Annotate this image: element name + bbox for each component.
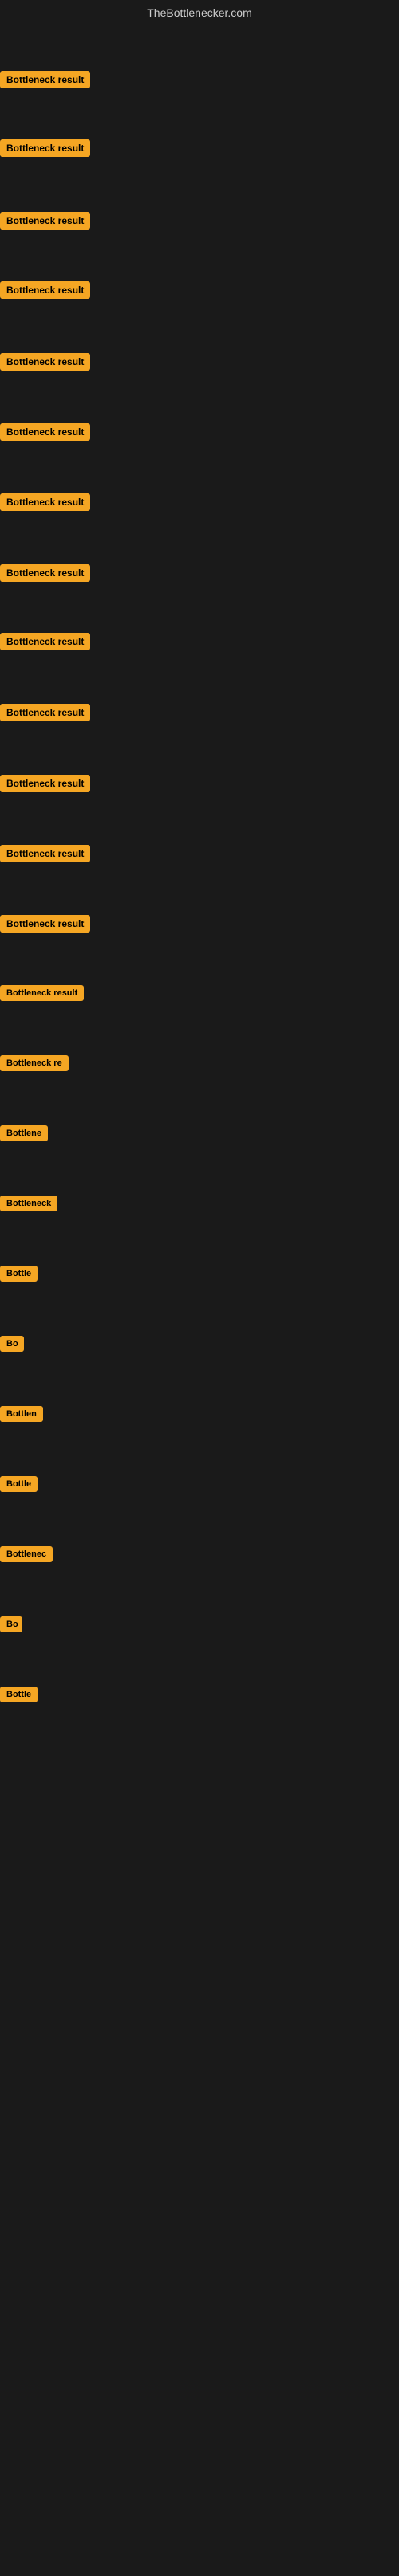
bottleneck-result-8: Bottleneck result: [0, 564, 90, 586]
bottleneck-badge-12: Bottleneck result: [0, 845, 90, 862]
bottleneck-result-6: Bottleneck result: [0, 423, 90, 445]
bottleneck-badge-21: Bottle: [0, 1476, 38, 1492]
bottleneck-badge-8: Bottleneck result: [0, 564, 90, 582]
bottleneck-result-11: Bottleneck result: [0, 775, 90, 796]
bottleneck-badge-18: Bottle: [0, 1266, 38, 1282]
bottleneck-badge-23: Bo: [0, 1616, 22, 1632]
bottleneck-result-16: Bottlene: [0, 1125, 48, 1145]
bottleneck-badge-1: Bottleneck result: [0, 71, 90, 88]
bottleneck-badge-17: Bottleneck: [0, 1196, 57, 1211]
bottleneck-badge-11: Bottleneck result: [0, 775, 90, 792]
bottleneck-badge-20: Bottlen: [0, 1406, 43, 1422]
bottleneck-badge-24: Bottle: [0, 1687, 38, 1702]
bottleneck-badge-14: Bottleneck result: [0, 985, 84, 1001]
bottleneck-result-18: Bottle: [0, 1266, 38, 1286]
bottleneck-badge-4: Bottleneck result: [0, 281, 90, 299]
bottleneck-result-10: Bottleneck result: [0, 704, 90, 725]
bottleneck-result-14: Bottleneck result: [0, 985, 84, 1005]
bottleneck-result-12: Bottleneck result: [0, 845, 90, 866]
bottleneck-result-22: Bottlenec: [0, 1546, 53, 1566]
bottleneck-result-13: Bottleneck result: [0, 915, 90, 937]
bottleneck-result-23: Bo: [0, 1616, 22, 1636]
site-title: TheBottlenecker.com: [0, 0, 399, 26]
bottleneck-badge-5: Bottleneck result: [0, 353, 90, 371]
bottleneck-badge-22: Bottlenec: [0, 1546, 53, 1562]
bottleneck-result-5: Bottleneck result: [0, 353, 90, 375]
bottleneck-result-4: Bottleneck result: [0, 281, 90, 303]
bottleneck-badge-2: Bottleneck result: [0, 139, 90, 157]
bottleneck-result-9: Bottleneck result: [0, 633, 90, 654]
bottleneck-badge-6: Bottleneck result: [0, 423, 90, 441]
bottleneck-result-19: Bo: [0, 1336, 24, 1356]
bottleneck-result-15: Bottleneck re: [0, 1055, 69, 1075]
bottleneck-result-17: Bottleneck: [0, 1196, 57, 1215]
bottleneck-badge-15: Bottleneck re: [0, 1055, 69, 1071]
bottleneck-badge-10: Bottleneck result: [0, 704, 90, 721]
bottleneck-result-24: Bottle: [0, 1687, 38, 1706]
bottleneck-badge-3: Bottleneck result: [0, 212, 90, 230]
bottleneck-result-21: Bottle: [0, 1476, 38, 1496]
bottleneck-badge-13: Bottleneck result: [0, 915, 90, 933]
bottleneck-result-20: Bottlen: [0, 1406, 43, 1426]
bottleneck-result-3: Bottleneck result: [0, 212, 90, 234]
bottleneck-result-1: Bottleneck result: [0, 71, 90, 92]
bottleneck-badge-9: Bottleneck result: [0, 633, 90, 650]
bottleneck-result-2: Bottleneck result: [0, 139, 90, 161]
bottleneck-badge-16: Bottlene: [0, 1125, 48, 1141]
bottleneck-badge-7: Bottleneck result: [0, 493, 90, 511]
bottleneck-badge-19: Bo: [0, 1336, 24, 1352]
bottleneck-result-7: Bottleneck result: [0, 493, 90, 515]
